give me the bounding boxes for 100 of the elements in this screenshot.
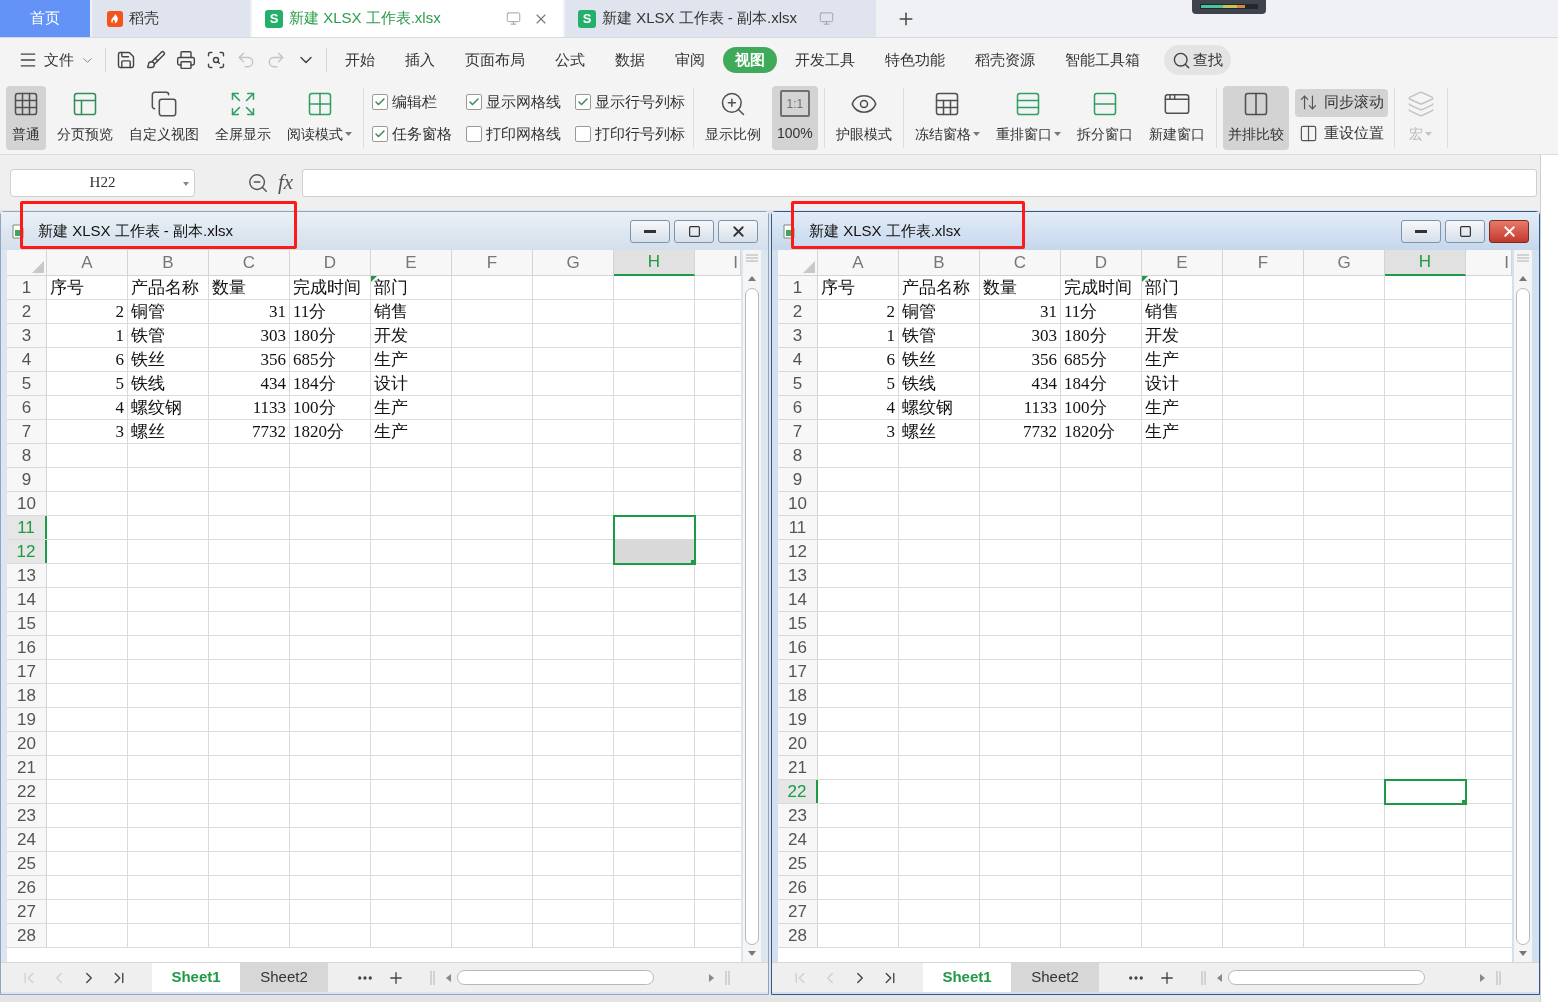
checkbox[interactable] [466,126,482,143]
ribbon-button[interactable]: 1:1 100% [772,86,818,150]
menu-tab[interactable]: 公式 [543,47,597,73]
checkbox-option[interactable]: 打印行号列标 [575,123,685,146]
row-header[interactable]: 21 [7,756,47,779]
caret-down-icon[interactable] [1519,951,1527,956]
ribbon-button[interactable]: 普通 [6,86,46,150]
caret-right-icon[interactable] [709,973,714,982]
row-header[interactable]: 27 [778,900,818,923]
ribbon-button[interactable]: 重排窗口 [990,86,1066,150]
document-tab[interactable]: S 新建 XLSX 工作表.xlsx [252,0,563,37]
caret-right-icon[interactable] [1480,973,1485,982]
caret-up-icon[interactable] [1519,276,1527,281]
row-header[interactable]: 28 [778,924,818,947]
ribbon-button[interactable]: 阅读模式 [282,86,357,150]
row-header[interactable]: 7 [7,420,47,443]
row-header[interactable]: 7 [778,420,818,443]
column-header[interactable]: F [1223,250,1304,276]
sheet-tab[interactable]: Sheet1 [152,963,240,992]
menu-tab[interactable]: 稻壳资源 [963,47,1047,73]
row-header[interactable]: 10 [7,492,47,515]
menu-tab[interactable]: 页面布局 [453,47,537,73]
column-header[interactable]: E [371,250,452,276]
row-header[interactable]: 8 [778,444,818,467]
row-header[interactable]: 5 [778,372,818,395]
selection-frame[interactable] [1384,779,1467,805]
caret-down-icon[interactable] [748,951,756,956]
name-box[interactable]: H22 [10,168,195,197]
column-header[interactable]: A [818,250,899,276]
checkbox-option[interactable]: 任务窗格 [372,123,452,146]
column-header[interactable]: D [1061,250,1142,276]
ribbon-button[interactable]: 拆分窗口 [1071,86,1138,150]
column-header[interactable]: C [980,250,1061,276]
row-header[interactable]: 17 [7,660,47,683]
row-header[interactable]: 19 [778,708,818,731]
document-tab[interactable]: S 新建 XLSX 工作表 - 副本.xlsx [565,0,876,37]
row-header[interactable]: 18 [7,684,47,707]
column-header[interactable]: E [1142,250,1223,276]
row-header[interactable]: 3 [778,324,818,347]
scrollbar-thumb[interactable] [457,970,654,985]
row-header[interactable]: 9 [778,468,818,491]
row-header[interactable]: 5 [7,372,47,395]
row-header[interactable]: 23 [778,804,818,827]
brush-icon[interactable] [146,50,166,70]
close-button[interactable] [1489,219,1529,243]
vertical-scrollbar[interactable] [743,250,761,962]
checkbox[interactable] [466,93,482,110]
row-header[interactable]: 24 [778,828,818,851]
row-header[interactable]: 28 [7,924,47,947]
checkbox[interactable] [372,126,388,143]
checkbox-option[interactable]: 打印网格线 [466,123,561,146]
row-header[interactable]: 12 [778,540,818,563]
column-header[interactable]: C [209,250,290,276]
caret-up-icon[interactable] [748,276,756,281]
row-header[interactable]: 21 [778,756,818,779]
row-header[interactable]: 15 [7,612,47,635]
row-header[interactable]: 6 [778,396,818,419]
monitor-icon[interactable] [506,11,521,26]
function-button[interactable]: fx [278,166,294,199]
row-header[interactable]: 25 [7,852,47,875]
selection-frame[interactable] [613,515,696,565]
row-header[interactable]: 20 [778,732,818,755]
row-header[interactable]: 25 [778,852,818,875]
maximize-button[interactable] [1445,219,1485,243]
row-header[interactable]: 13 [778,564,818,587]
row-header[interactable]: 11 [778,516,818,539]
row-header[interactable]: 2 [778,300,818,323]
row-header[interactable]: 17 [778,660,818,683]
column-header[interactable]: A [47,250,128,276]
minimize-button[interactable] [1401,219,1441,243]
checkbox-option[interactable]: 编辑栏 [372,90,452,113]
caret-left-icon[interactable] [1217,973,1222,982]
scrollbar-thumb[interactable] [1516,288,1530,945]
row-header[interactable]: 14 [7,588,47,611]
ribbon-button[interactable]: 自定义视图 [124,86,204,150]
row-header[interactable]: 2 [7,300,47,323]
ribbon-button[interactable]: 分页预览 [52,86,118,150]
ribbon-button[interactable]: 同步滚动 [1294,88,1388,117]
row-header[interactable]: 4 [778,348,818,371]
ribbon-button[interactable]: 并排比较 [1222,86,1289,150]
column-header[interactable]: B [128,250,209,276]
menu-tab[interactable]: 开始 [333,47,387,73]
row-header[interactable]: 1 [7,276,47,299]
row-header[interactable]: 19 [7,708,47,731]
row-header[interactable]: 16 [778,636,818,659]
column-header[interactable]: I [1466,250,1512,276]
column-header[interactable]: B [899,250,980,276]
scrollbar-thumb[interactable] [745,288,759,945]
row-header[interactable]: 24 [7,828,47,851]
file-menu[interactable]: 文件 [18,48,95,72]
row-header[interactable]: 6 [7,396,47,419]
ribbon-button[interactable]: 护眼模式 [830,86,897,150]
row-header[interactable]: 20 [7,732,47,755]
row-header[interactable]: 15 [778,612,818,635]
column-header[interactable]: F [452,250,533,276]
sheet-tab[interactable]: Sheet1 [923,963,1011,992]
vertical-scrollbar[interactable] [1514,250,1532,962]
close-button[interactable] [718,219,758,243]
row-header[interactable]: 9 [7,468,47,491]
row-header[interactable]: 26 [7,876,47,899]
